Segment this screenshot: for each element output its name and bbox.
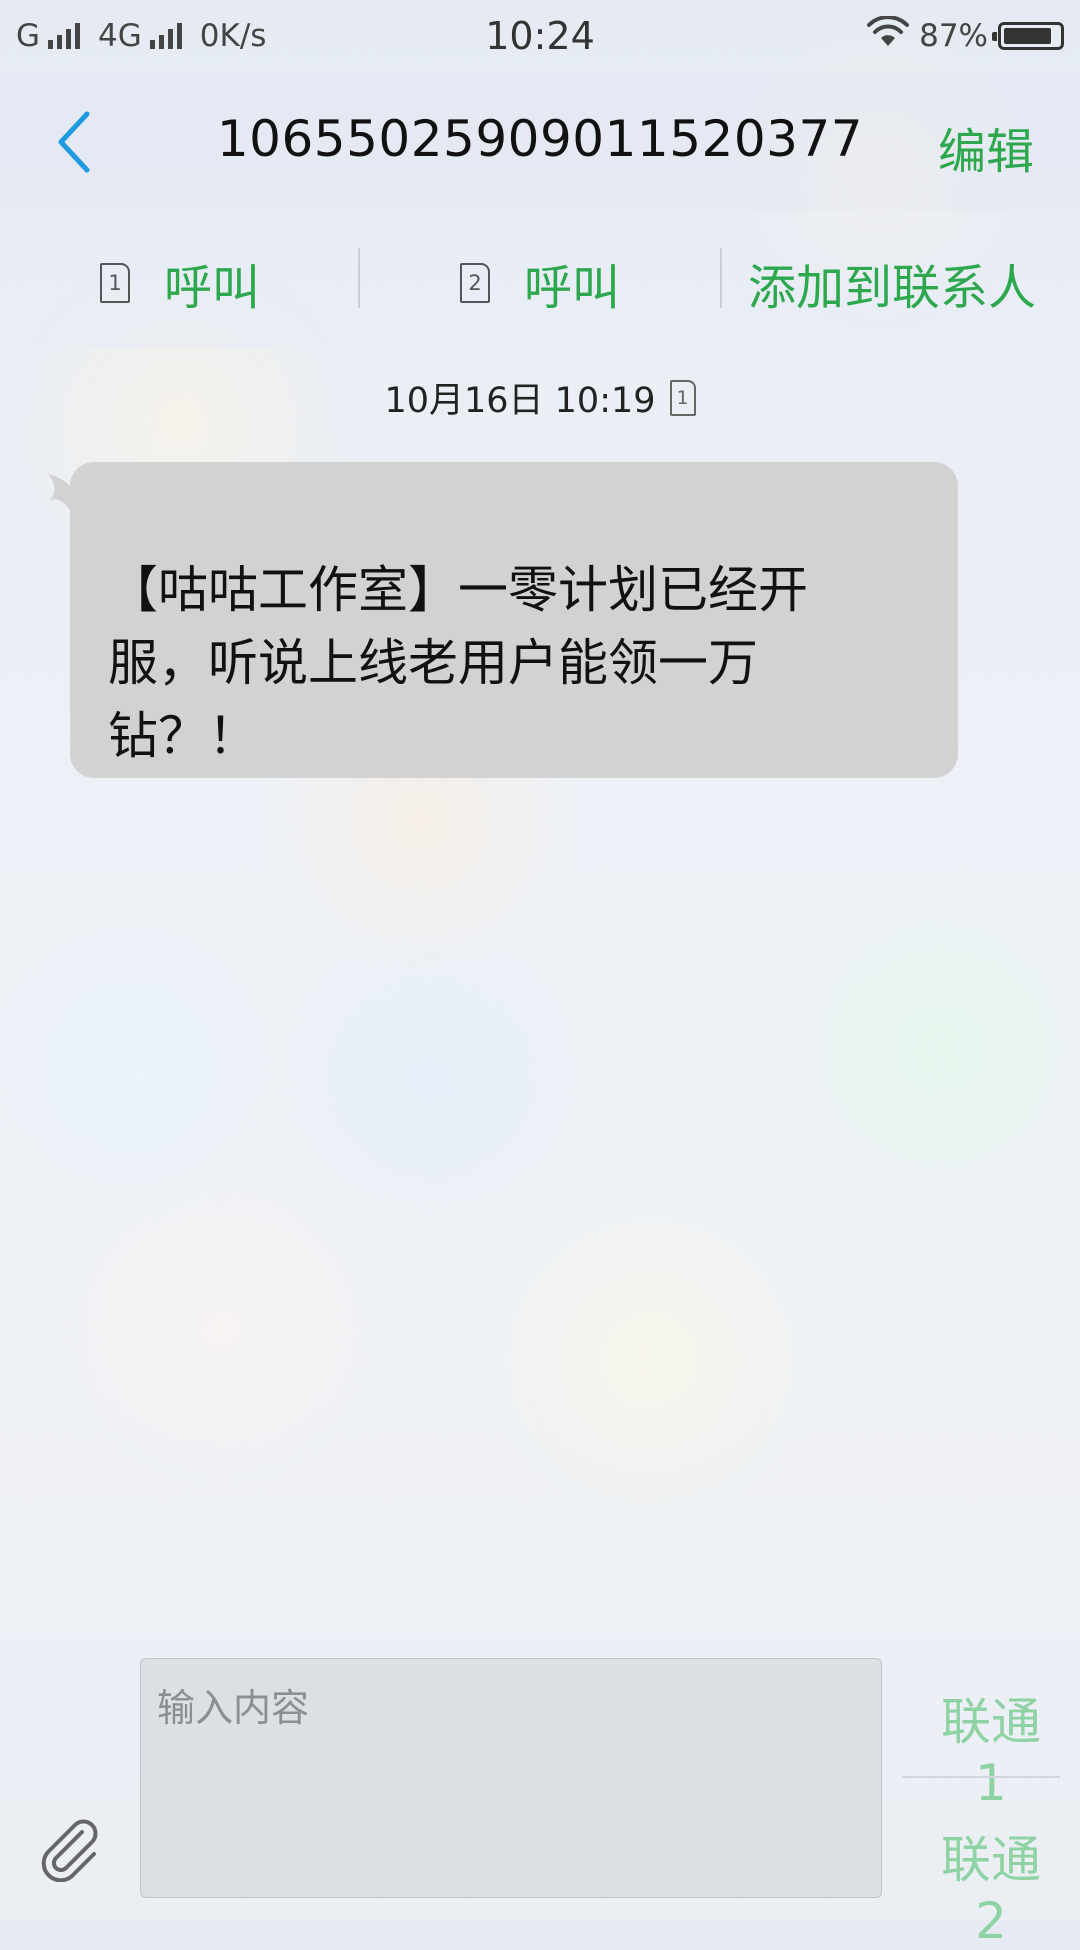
message-text: 【咕咕工作室】一零计划已经开服，听说上线老用户能领一万钻？！ [108,561,808,765]
add-to-contacts-button[interactable]: 添加到联系人 [748,248,1036,318]
attach-button[interactable] [36,1814,104,1883]
timestamp-text: 10月16日 10:19 [384,381,656,421]
sim-card-icon: 1 [669,379,696,416]
message-timestamp: 10月16日 10:19 1 [0,372,1080,423]
battery-percent: 87% [919,18,988,54]
send-sim1-button[interactable]: 联通1 [926,1682,1056,1812]
battery-icon [992,22,1064,50]
call-sim2-label: 呼叫 [524,260,621,316]
conversation-header: 10655025909011520377 编辑 [0,72,1080,210]
divider [720,248,722,308]
call-sim1-button[interactable]: 1 呼叫 [100,248,260,318]
compose-bar: 输入内容 联通1 联通2 [0,1634,1080,1950]
add-to-contacts-label: 添加到联系人 [748,260,1037,316]
edit-button[interactable]: 编辑 [938,112,1034,182]
status-bar: G 4G 0K/s 10:24 87% [0,0,1080,72]
paperclip-icon [41,1819,98,1883]
contact-action-bar: 1 呼叫 2 呼叫 添加到联系人 [0,210,1080,348]
status-right-group: 87% [867,15,1064,56]
sim-card-icon: 1 [100,263,130,303]
call-sim2-button[interactable]: 2 呼叫 [460,248,620,318]
divider [358,248,360,308]
message-input-placeholder: 输入内容 [157,1686,310,1730]
send-sim2-button[interactable]: 联通2 [926,1820,1056,1950]
message-bubble[interactable]: 【咕咕工作室】一零计划已经开服，听说上线老用户能领一万钻？！ [70,462,958,778]
page-title: 10655025909011520377 [216,110,864,168]
sim-card-icon: 2 [460,263,490,303]
call-sim1-label: 呼叫 [164,260,261,316]
divider [902,1776,1060,1778]
wifi-icon [867,15,910,56]
message-input[interactable]: 输入内容 [140,1658,882,1898]
